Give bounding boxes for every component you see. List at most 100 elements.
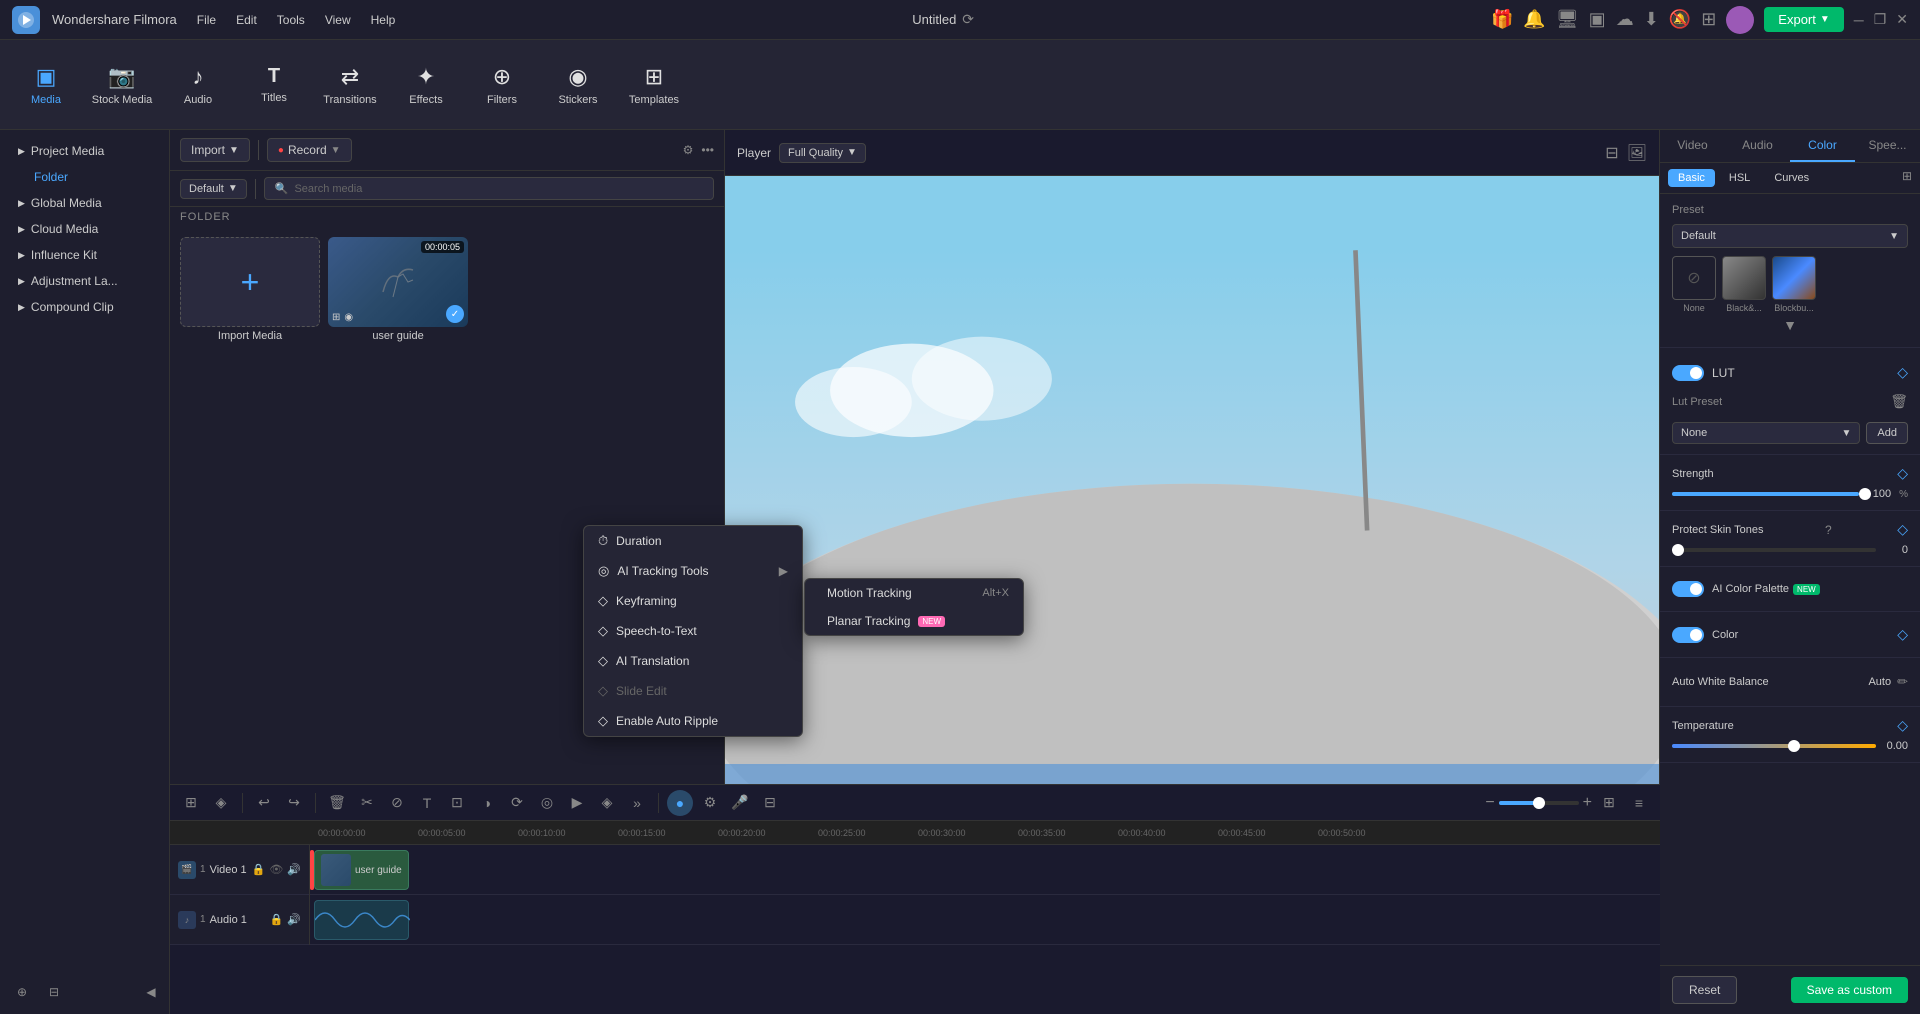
export-dropdown-arrow[interactable]: ▼ [1820,14,1830,25]
tab-speed[interactable]: Spee... [1855,130,1920,162]
menu-help[interactable]: Help [371,13,396,27]
sidebar-item-adjustment-la[interactable]: ▶ Adjustment La... [10,268,159,294]
toolbar-item-transitions[interactable]: ⇄ Transitions [314,45,386,125]
preset-dropdown[interactable]: Default ▼ [1672,224,1908,248]
tab-audio[interactable]: Audio [1725,130,1790,162]
context-item-enable-auto-ripple[interactable]: ◇ Enable Auto Ripple [584,706,802,736]
tl-redo-button[interactable]: ↪ [281,790,307,816]
toolbar-item-templates[interactable]: ⊞ Templates [618,45,690,125]
toolbar-item-audio[interactable]: ♪ Audio [162,45,234,125]
sidebar-item-cloud-media[interactable]: ▶ Cloud Media [10,216,159,242]
sidebar-collapse-button[interactable]: ◀ [141,982,161,1002]
tab-color[interactable]: Color [1790,130,1855,162]
toolbar-item-stickers[interactable]: ◉ Stickers [542,45,614,125]
cloud-icon[interactable]: ☁ [1616,9,1634,30]
color-tab-basic[interactable]: Basic [1668,169,1715,187]
media-item-user-guide[interactable]: 00:00:05 ⊞ ◉ ✓ user guide [328,237,468,342]
tl-crop-button[interactable]: ⊡ [444,790,470,816]
menu-edit[interactable]: Edit [236,13,257,27]
menu-tools[interactable]: Tools [277,13,305,27]
toolbar-item-effects[interactable]: ✦ Effects [390,45,462,125]
tl-magnet-button[interactable]: ◈ [208,790,234,816]
search-input[interactable]: 🔍 Search media [264,177,714,200]
more-icon[interactable]: ••• [701,143,714,157]
tl-auto-button[interactable]: ▶ [564,790,590,816]
menu-view[interactable]: View [325,13,351,27]
maximize-button[interactable]: ❐ [1874,11,1887,28]
close-button[interactable]: ✕ [1896,11,1908,28]
skin-tones-info-icon[interactable]: ? [1825,523,1832,537]
lut-add-button[interactable]: Add [1866,422,1908,444]
toolbar-item-titles[interactable]: T Titles [238,45,310,125]
context-item-keyframing[interactable]: ◇ Keyframing [584,586,802,616]
preset-item-blockbu[interactable]: Blockbu... [1772,256,1816,313]
preset-item-bw[interactable]: Black&... [1722,256,1766,313]
notification-icon[interactable]: 🔔 [1523,9,1545,30]
quality-select[interactable]: Full Quality ▼ [779,143,866,163]
tl-split-button[interactable]: ⊘ [384,790,410,816]
zoom-slider[interactable] [1499,801,1579,805]
audio-track-volume-icon[interactable]: 🔊 [287,913,301,926]
tl-undo-button[interactable]: ↩ [251,790,277,816]
lut-trash-icon[interactable]: 🗑 [1890,393,1908,410]
track-lock-icon[interactable]: 🔒 [252,863,266,876]
sidebar-item-project-media[interactable]: ▶ Project Media [10,138,159,164]
ai-color-toggle[interactable] [1672,581,1704,597]
tl-snap-button[interactable]: ● [667,790,693,816]
import-media-item[interactable]: + Import Media [180,237,320,342]
tl-keyframe-button[interactable]: ◈ [594,790,620,816]
tl-stabilize-button[interactable]: ◎ [534,790,560,816]
add-folder-button[interactable]: ⊕ [8,978,36,1006]
preset-more-icon[interactable]: ▼ [1783,317,1797,333]
tl-speed-button[interactable]: ⟳ [504,790,530,816]
tl-mic-button[interactable]: 🎤 [727,790,753,816]
skin-tones-slider[interactable] [1672,548,1876,552]
tab-video[interactable]: Video [1660,130,1725,162]
context-item-duration[interactable]: ⏱ Duration [584,526,802,556]
export-button[interactable]: Export ▼ [1764,7,1843,32]
zoom-plus-icon[interactable]: + [1583,794,1592,812]
gift-icon[interactable]: 🎁 [1491,9,1513,30]
track-volume-icon[interactable]: 🔊 [287,863,301,876]
track-eye-icon[interactable]: 👁 [269,863,283,876]
tl-more-button[interactable]: » [624,790,650,816]
color-tab-hsl[interactable]: HSL [1719,169,1760,187]
tl-text-button[interactable]: T [414,790,440,816]
split-view-icon[interactable]: ⊟ [1605,143,1618,163]
preset-item-none[interactable]: ⊘ None [1672,256,1716,313]
zoom-minus-icon[interactable]: − [1485,794,1494,812]
lut-preset-select[interactable]: None ▼ [1672,422,1860,444]
toolbar-item-media[interactable]: ▣ Media [10,45,82,125]
tl-add-track-button[interactable]: ⊞ [178,790,204,816]
color-toggle[interactable] [1672,627,1704,643]
remove-button[interactable]: ⊟ [40,978,68,1006]
temperature-slider[interactable] [1672,744,1876,748]
sidebar-item-global-media[interactable]: ▶ Global Media [10,190,159,216]
download-icon[interactable]: ⬇ [1644,9,1659,30]
audio-clip[interactable] [314,900,409,940]
menu-file[interactable]: File [197,13,216,27]
record-button[interactable]: ● Record ▼ [267,138,352,162]
video-clip-user-guide[interactable]: user guide [314,850,409,890]
context-item-ai-tracking[interactable]: ◎ AI Tracking Tools ▶ Motion Tracking Al… [584,556,802,586]
monitor-icon[interactable]: 🖥 [1556,9,1579,30]
submenu-item-planar-tracking[interactable]: Planar Tracking NEW [805,607,1023,635]
tl-layers-button[interactable]: ⊟ [757,790,783,816]
sidebar-item-influence-kit[interactable]: ▶ Influence Kit [10,242,159,268]
strength-slider[interactable] [1672,492,1859,496]
minimize-button[interactable]: ─ [1854,12,1864,28]
bell-icon[interactable]: 🔕 [1669,9,1691,30]
context-item-speech-to-text[interactable]: ◇ Speech-to-Text [584,616,802,646]
awb-edit-icon[interactable]: ✏ [1897,674,1908,690]
tl-settings-button[interactable]: ⚙ [697,790,723,816]
fullscreen-icon[interactable]: 🖼 [1627,143,1647,163]
filter-icon[interactable]: ⚙ [683,143,694,157]
user-avatar[interactable] [1726,6,1754,34]
reset-button[interactable]: Reset [1672,976,1737,1004]
tl-menu-button[interactable]: ≡ [1626,790,1652,816]
sidebar-item-folder[interactable]: Folder [10,164,159,190]
context-item-ai-translation[interactable]: ◇ AI Translation [584,646,802,676]
color-tab-expand[interactable]: ⊞ [1902,169,1912,187]
save-custom-button[interactable]: Save as custom [1791,977,1908,1003]
submenu-item-motion-tracking[interactable]: Motion Tracking Alt+X [805,579,1023,607]
